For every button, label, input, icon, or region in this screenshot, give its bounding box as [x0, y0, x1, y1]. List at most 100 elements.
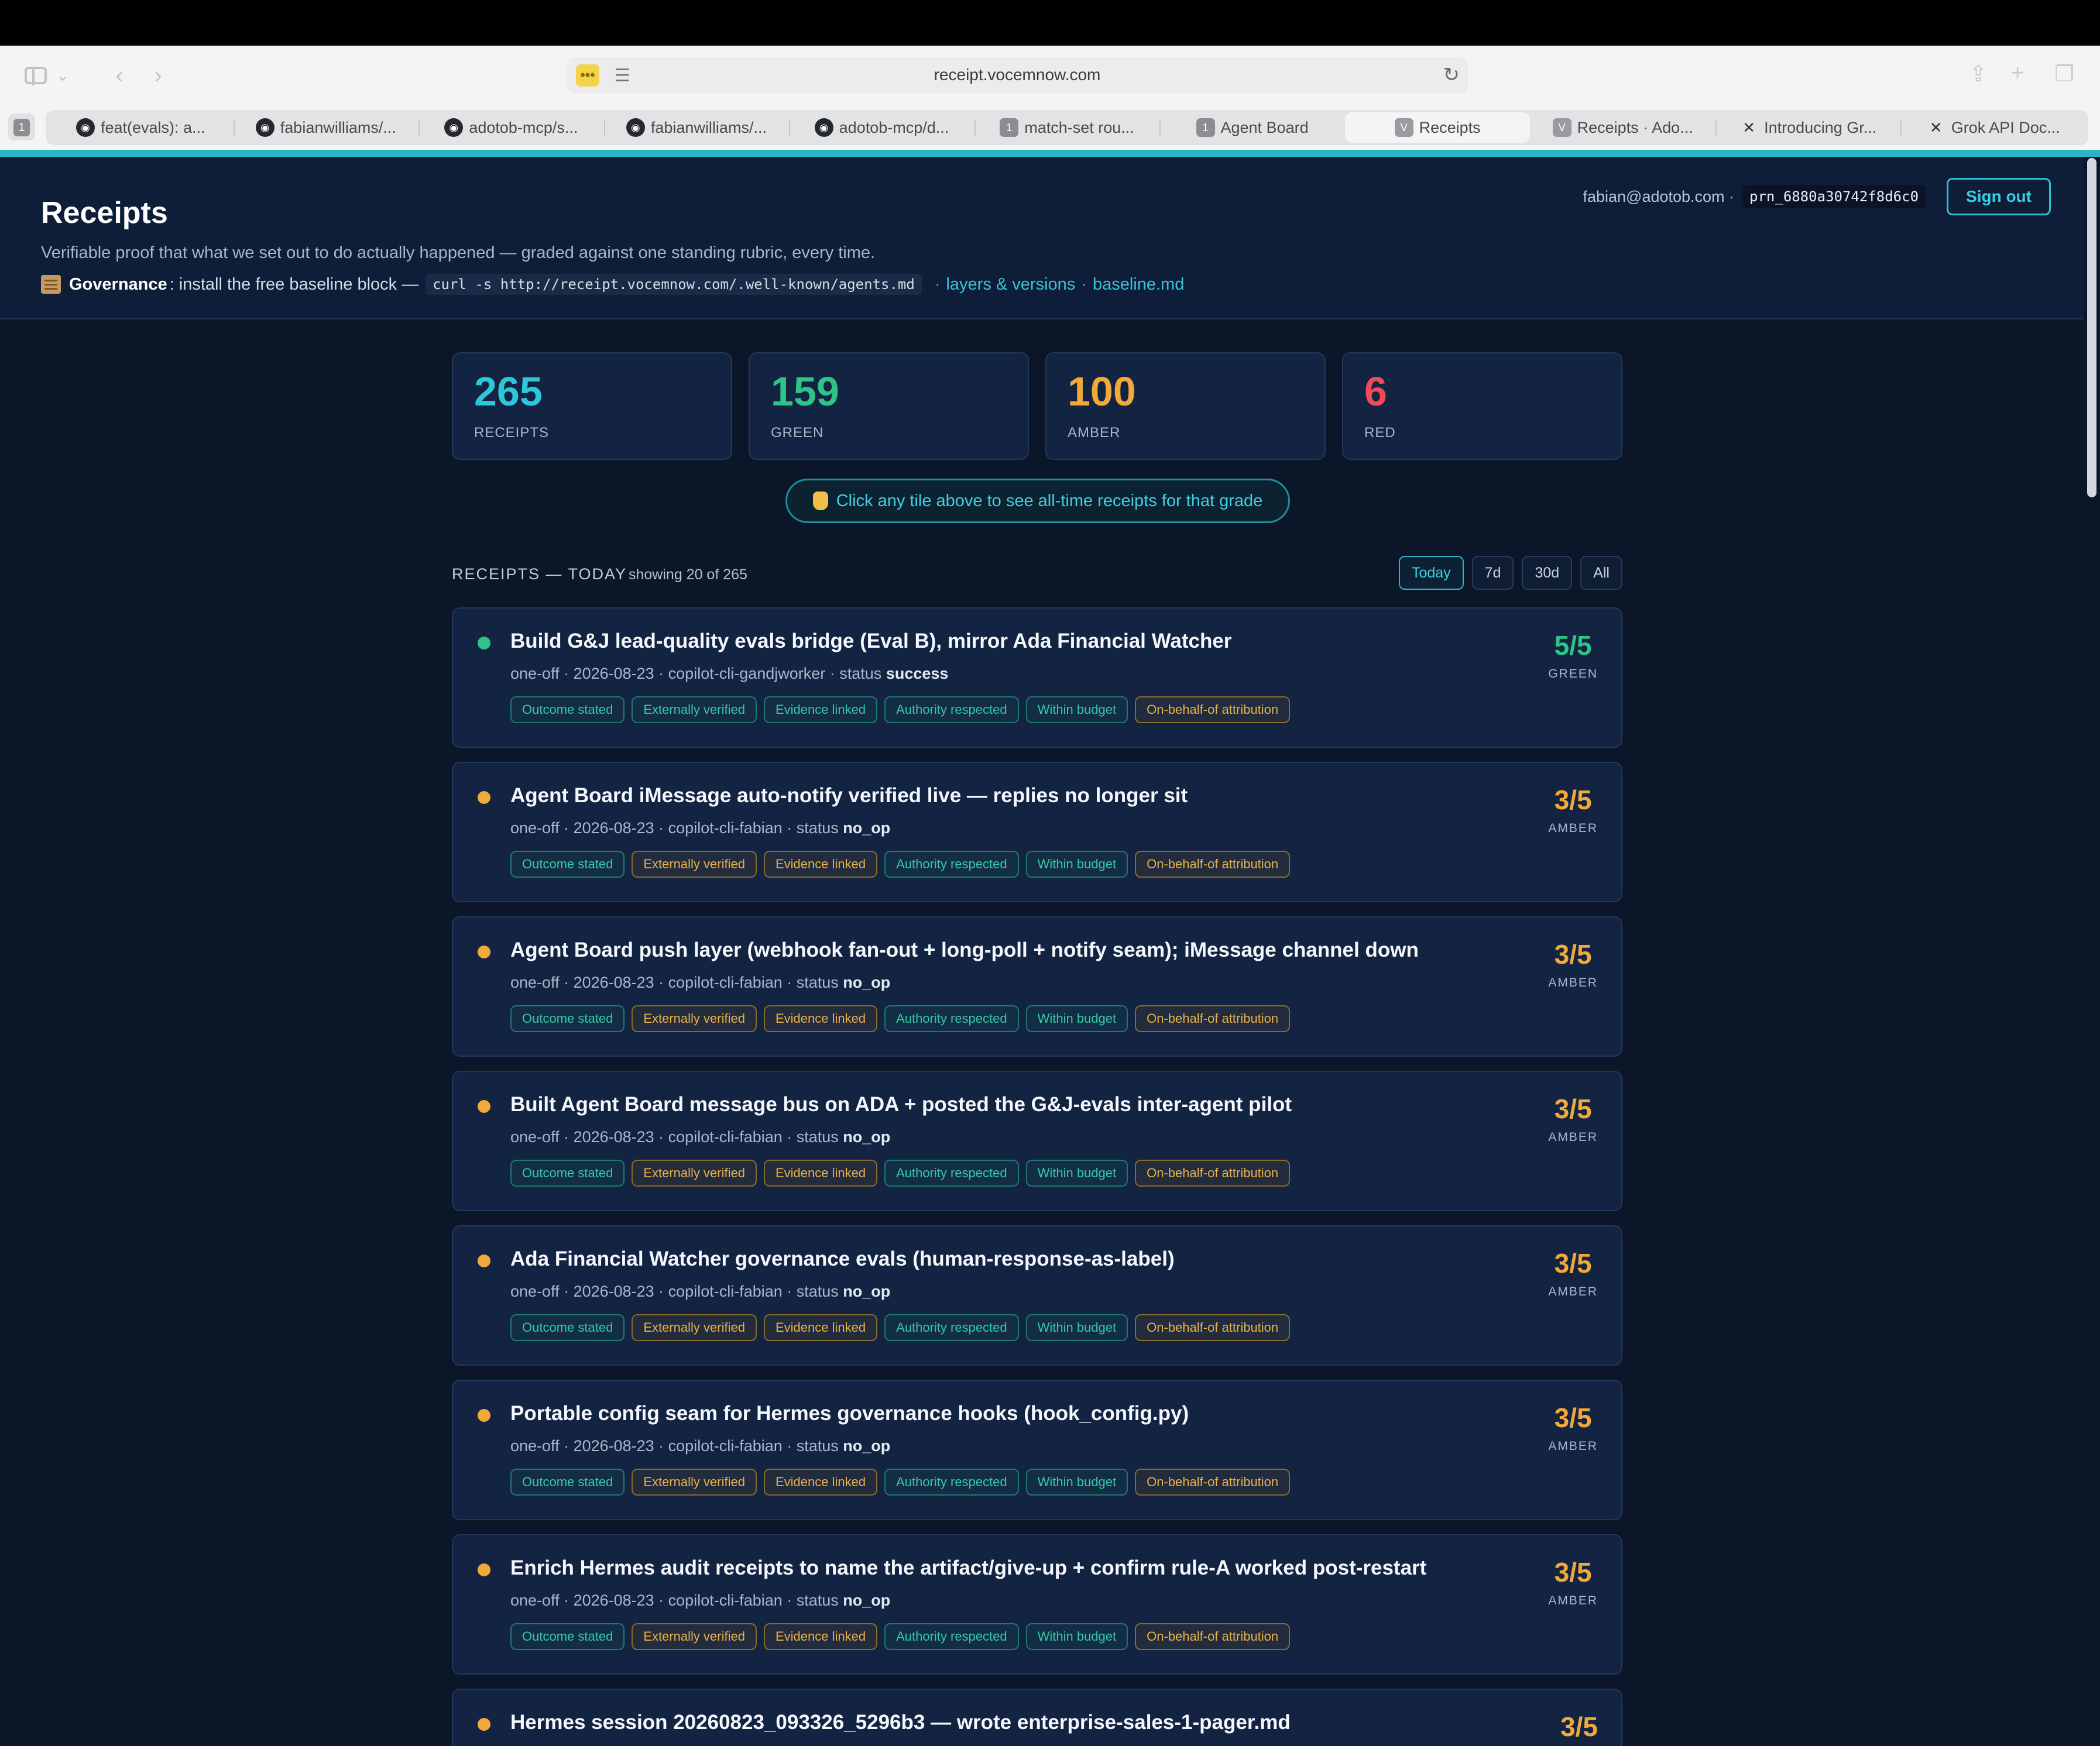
rubric-chip: Evidence linked: [763, 1005, 878, 1032]
receipt-title[interactable]: Build G&J lead-quality evals bridge (Eva…: [510, 630, 1231, 653]
rubric-chip: Authority respected: [884, 1623, 1019, 1650]
receipt-card[interactable]: Build G&J lead-quality evals bridge (Eva…: [452, 607, 1622, 748]
receipt-score: 3/5 AMBER: [1548, 1404, 1598, 1453]
receipt-title[interactable]: Enrich Hermes audit receipts to name the…: [510, 1556, 1426, 1580]
browser-chrome: ⌄ ‹ › ••• ☰ receipt.vocemnow.com ↻ ⇪ + ❐…: [0, 46, 2100, 157]
browser-tab[interactable]: V Receipts: [1344, 112, 1531, 143]
receipt-title[interactable]: Agent Board iMessage auto-notify verifie…: [510, 784, 1188, 807]
governance-line: Governance : install the free baseline b…: [41, 274, 1184, 295]
stat-tile-receipts[interactable]: 265 RECEIPTS: [452, 352, 732, 460]
hint-text: Click any tile above to see all-time rec…: [836, 491, 1263, 510]
rubric-chips: Outcome stated Externally verified Evidenc…: [510, 1623, 1291, 1650]
grade-dot-icon: [478, 637, 490, 649]
stat-value: 265: [474, 369, 543, 414]
receipt-title[interactable]: Agent Board push layer (webhook fan-out …: [510, 939, 1419, 962]
receipt-title[interactable]: Portable config seam for Hermes governan…: [510, 1402, 1189, 1425]
browser-tab[interactable]: ◉ adotob-mcp/d...: [789, 110, 974, 145]
tab-label: Receipts · Ado...: [1577, 118, 1693, 136]
stat-value: 100: [1068, 369, 1136, 414]
grade-dot-icon: [478, 791, 490, 804]
new-tab-icon[interactable]: +: [2011, 61, 2024, 86]
rubric-chip: On-behalf-of attribution: [1135, 851, 1291, 878]
browser-tab[interactable]: ◉ fabianwilliams/...: [233, 110, 419, 145]
number-icon: 1: [1000, 118, 1019, 137]
baseline-link[interactable]: baseline.md: [1093, 275, 1184, 294]
grade-label: AMBER: [1548, 1439, 1598, 1453]
layers-versions-link[interactable]: layers & versions: [946, 275, 1075, 294]
browser-tab[interactable]: ◉ adotob-mcp/s...: [418, 110, 604, 145]
page-header: Receipts Verifiable proof that what we s…: [0, 157, 2084, 319]
rubric-chip: Within budget: [1025, 1005, 1128, 1032]
page-scrollbar[interactable]: [2084, 157, 2100, 1746]
receipt-meta-text: one-off · 2026-08-23 · copilot-cli-fabia…: [510, 974, 843, 991]
browser-tab[interactable]: 1 match-set rou...: [974, 110, 1160, 145]
browser-tab[interactable]: ✕ Grok API Doc...: [1900, 110, 2086, 145]
browser-tab[interactable]: ✕ Introducing Gr...: [1715, 110, 1901, 145]
forward-button[interactable]: ›: [143, 60, 173, 91]
scrollbar-thumb[interactable]: [2087, 158, 2096, 497]
rubric-chip: Externally verified: [632, 1623, 757, 1650]
filter-button-all[interactable]: All: [1580, 556, 1622, 590]
rubric-chips: Outcome stated Externally verified Evidenc…: [510, 1160, 1291, 1187]
separator: ·: [934, 274, 941, 294]
receipt-card[interactable]: Agent Board push layer (webhook fan-out …: [452, 916, 1622, 1057]
tab-overview-icon[interactable]: ❐: [2054, 61, 2074, 87]
tab-label: Grok API Doc...: [1951, 118, 2060, 136]
receipt-card[interactable]: Portable config seam for Hermes governan…: [452, 1380, 1622, 1520]
receipt-card[interactable]: Enrich Hermes audit receipts to name the…: [452, 1534, 1622, 1675]
receipt-meta: one-off · 2026-08-23 · copilot-cli-gandj…: [510, 665, 948, 683]
grade-dot-icon: [478, 1563, 490, 1576]
receipt-meta: one-off · 2026-08-23 · copilot-cli-fabia…: [510, 974, 890, 992]
sign-out-button[interactable]: Sign out: [1947, 178, 2051, 215]
grade-label: AMBER: [1548, 976, 1598, 989]
stat-tile-green[interactable]: 159 GREEN: [749, 352, 1029, 460]
filter-button-today[interactable]: Today: [1398, 556, 1464, 590]
sidebar-toggle-button[interactable]: ⌄: [12, 60, 82, 91]
filter-button-7d[interactable]: 7d: [1471, 556, 1514, 590]
rubric-chip: Authority respected: [884, 1005, 1019, 1032]
browser-tab[interactable]: V Receipts · Ado...: [1530, 110, 1715, 145]
rubric-chip: Authority respected: [884, 1160, 1019, 1187]
receipt-card[interactable]: Hermes session 20260823_093326_5296b3 — …: [452, 1689, 1622, 1746]
receipt-title[interactable]: Ada Financial Watcher governance evals (…: [510, 1247, 1175, 1271]
receipt-score: 3/5 AMBER: [1548, 941, 1598, 990]
stat-value: 159: [771, 369, 839, 414]
receipt-card[interactable]: Built Agent Board message bus on ADA + p…: [452, 1071, 1622, 1211]
github-icon: ◉: [626, 118, 645, 137]
rubric-chip: Evidence linked: [763, 696, 878, 723]
page-title: Receipts: [41, 196, 168, 230]
receipt-card[interactable]: Agent Board iMessage auto-notify verifie…: [452, 762, 1622, 902]
rubric-chip: Externally verified: [632, 1314, 757, 1341]
reload-icon[interactable]: ↻: [1443, 63, 1460, 87]
tab-group-button[interactable]: 1: [8, 114, 35, 140]
stat-tile-amber[interactable]: 100 AMBER: [1045, 352, 1326, 460]
stat-tile-red[interactable]: 6 RED: [1342, 352, 1622, 460]
url-text[interactable]: receipt.vocemnow.com: [567, 66, 1468, 84]
receipt-status: no_op: [843, 1128, 891, 1146]
receipt-meta-text: one-off · 2026-08-23 · copilot-cli-gandj…: [510, 665, 886, 682]
receipt-title[interactable]: Built Agent Board message bus on ADA + p…: [510, 1093, 1292, 1116]
browser-toolbar: ⌄ ‹ › ••• ☰ receipt.vocemnow.com ↻ ⇪ + ❐: [0, 46, 2100, 105]
receipt-meta-text: one-off · 2026-08-23 · copilot-cli-fabia…: [510, 1128, 843, 1146]
grade-dot-icon: [478, 946, 490, 958]
address-bar[interactable]: ••• ☰ receipt.vocemnow.com ↻: [567, 57, 1468, 94]
rubric-chip: Externally verified: [632, 1005, 757, 1032]
governance-label: Governance: [69, 274, 167, 294]
browser-tab[interactable]: ◉ fabianwilliams/...: [603, 110, 790, 145]
tab-list: ◉ feat(evals): a... ◉ fabianwilliams/... ◉ ad…: [46, 110, 2088, 145]
receipt-score: 5/5 GREEN: [1548, 632, 1598, 681]
share-icon[interactable]: ⇪: [1969, 61, 1988, 87]
score-value: 3/5: [1554, 939, 1592, 970]
receipt-meta-text: one-off · 2026-08-23 · copilot-cli-fabia…: [510, 819, 843, 837]
rubric-chip: Outcome stated: [510, 1160, 625, 1187]
receipt-card[interactable]: Ada Financial Watcher governance evals (…: [452, 1225, 1622, 1366]
stat-tiles: 265 RECEIPTS 159 GREEN 100 AMBER 6 RED: [452, 352, 1622, 460]
back-button[interactable]: ‹: [104, 60, 135, 91]
filter-button-30d[interactable]: 30d: [1522, 556, 1573, 590]
receipt-title[interactable]: Hermes session 20260823_093326_5296b3 — …: [510, 1711, 1291, 1734]
user-principal-code: prn_6880a30742f8d6c0: [1742, 185, 1926, 208]
grade-label: AMBER: [1548, 1594, 1598, 1607]
browser-tab[interactable]: 1 Agent Board: [1159, 110, 1345, 145]
browser-tab[interactable]: ◉ feat(evals): a...: [48, 110, 234, 145]
governance-code[interactable]: curl -s http://receipt.vocemnow.com/.wel…: [426, 274, 922, 295]
